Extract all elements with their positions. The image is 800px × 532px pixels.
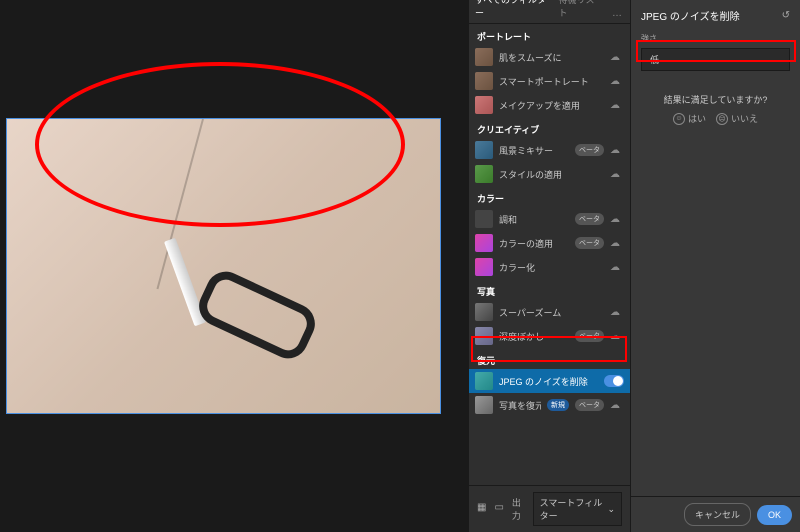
filter-label: スタイルの適用: [499, 168, 604, 181]
cloud-icon: ☁: [610, 145, 624, 156]
tab-more-icon[interactable]: …: [610, 4, 624, 23]
canvas-preview-image[interactable]: [6, 118, 441, 414]
filter-label: カラーの適用: [499, 237, 569, 250]
restore-icon: [475, 396, 493, 414]
filter-list: ポートレート 肌をスムーズに ☁ スマートポートレート ☁ メイクアップを適用 …: [469, 24, 630, 485]
section-creative: クリエイティブ: [469, 117, 630, 138]
new-badge: 新規: [547, 399, 569, 411]
tab-all-filters[interactable]: すべてのフィルター: [475, 0, 549, 23]
filter-label: 風景ミキサー: [499, 144, 569, 157]
chevron-down-icon: ⌄: [774, 55, 781, 64]
filter-label: 写真を復元: [499, 399, 541, 412]
filter-color-transfer[interactable]: カラーの適用 ベータ ☁: [469, 231, 630, 255]
filter-label: カラー化: [499, 261, 604, 274]
filter-toggle[interactable]: [604, 375, 624, 387]
filter-colorize[interactable]: カラー化 ☁: [469, 255, 630, 279]
layers-icon[interactable]: ▦: [477, 502, 488, 516]
filter-label: スーパーズーム: [499, 306, 604, 319]
landscape-icon: [475, 141, 493, 159]
beta-badge: ベータ: [575, 399, 604, 411]
filter-super-zoom[interactable]: スーパーズーム ☁: [469, 300, 630, 324]
satisfaction-prompt: 結果に満足していますか? ☺ はい ☹ いいえ: [631, 93, 800, 125]
style-icon: [475, 165, 493, 183]
options-header: JPEG のノイズを削除 ↺: [631, 0, 800, 31]
output-label: 出力: [512, 496, 527, 522]
canvas-area: [0, 0, 468, 532]
jpeg-icon: [475, 372, 493, 390]
options-panel: JPEG のノイズを削除 ↺ 強さ 低 ⌄ 結果に満足していますか? ☺ はい …: [630, 0, 800, 532]
filter-depth-blur[interactable]: 深度ぼかし ベータ ☁: [469, 324, 630, 348]
filter-label: スマートポートレート: [499, 75, 604, 88]
filter-photo-restore[interactable]: 写真を復元 新規 ベータ ☁: [469, 393, 630, 417]
smile-icon: ☺: [673, 113, 685, 125]
filter-label: 調和: [499, 213, 569, 226]
section-photo: 写真: [469, 279, 630, 300]
filter-harmony[interactable]: 調和 ベータ ☁: [469, 207, 630, 231]
strength-dropdown[interactable]: 低 ⌄: [641, 48, 790, 71]
filter-smart-portrait[interactable]: スマートポートレート ☁: [469, 69, 630, 93]
image-icon[interactable]: ▭: [494, 502, 505, 516]
smart-portrait-icon: [475, 72, 493, 90]
cloud-icon: ☁: [610, 100, 624, 111]
beta-badge: ベータ: [575, 213, 604, 225]
yes-label: はい: [688, 112, 706, 125]
frown-icon: ☹: [716, 113, 728, 125]
colorize-icon: [475, 258, 493, 276]
section-portrait: ポートレート: [469, 24, 630, 45]
filter-tabs: すべてのフィルター 待機リスト …: [469, 0, 630, 24]
strength-value: 低: [650, 53, 659, 66]
beta-badge: ベータ: [575, 237, 604, 249]
cancel-button[interactable]: キャンセル: [684, 503, 751, 526]
cloud-icon: ☁: [610, 169, 624, 180]
filter-label: JPEG のノイズを削除: [499, 375, 598, 388]
filter-label: 肌をスムーズに: [499, 51, 604, 64]
smooth-skin-icon: [475, 48, 493, 66]
beta-badge: ベータ: [575, 330, 604, 342]
cloud-icon: ☁: [610, 238, 624, 249]
no-label: いいえ: [731, 112, 758, 125]
filter-style-transfer[interactable]: スタイルの適用 ☁: [469, 162, 630, 186]
filter-label: メイクアップを適用: [499, 99, 604, 112]
strength-label: 強さ: [631, 31, 800, 46]
cloud-icon: ☁: [610, 52, 624, 63]
cloud-icon: ☁: [610, 76, 624, 87]
color-transfer-icon: [475, 234, 493, 252]
filter-makeup[interactable]: メイクアップを適用 ☁: [469, 93, 630, 117]
satisfaction-question: 結果に満足していますか?: [631, 93, 800, 106]
harmony-icon: [475, 210, 493, 228]
reset-icon[interactable]: ↺: [782, 10, 790, 21]
depth-icon: [475, 327, 493, 345]
filter-landscape-mixer[interactable]: 風景ミキサー ベータ ☁: [469, 138, 630, 162]
tab-wait-list[interactable]: 待機リスト: [559, 0, 600, 23]
cloud-icon: ☁: [610, 307, 624, 318]
output-select[interactable]: スマートフィルター ⌄: [533, 492, 622, 526]
chevron-down-icon: ⌄: [607, 504, 615, 515]
zoom-icon: [475, 303, 493, 321]
cloud-icon: ☁: [610, 400, 624, 411]
beta-badge: ベータ: [575, 144, 604, 156]
filter-label: 深度ぼかし: [499, 330, 569, 343]
satisfaction-no[interactable]: ☹ いいえ: [716, 112, 758, 125]
section-color: カラー: [469, 186, 630, 207]
satisfaction-buttons: ☺ はい ☹ いいえ: [631, 112, 800, 125]
filter-jpeg-noise[interactable]: JPEG のノイズを削除: [469, 369, 630, 393]
cloud-icon: ☁: [610, 262, 624, 273]
ok-button[interactable]: OK: [757, 505, 792, 525]
output-value: スマートフィルター: [540, 496, 604, 522]
options-title: JPEG のノイズを削除: [641, 8, 740, 23]
options-footer: キャンセル OK: [631, 496, 800, 532]
filter-panel: すべてのフィルター 待機リスト … ポートレート 肌をスムーズに ☁ スマートポ…: [468, 0, 630, 532]
filter-smooth-skin[interactable]: 肌をスムーズに ☁: [469, 45, 630, 69]
cloud-icon: ☁: [610, 214, 624, 225]
image-content: [159, 237, 419, 399]
satisfaction-yes[interactable]: ☺ はい: [673, 112, 706, 125]
cloud-icon: ☁: [610, 331, 624, 342]
filter-panel-footer: ▦ ▭ 出力 スマートフィルター ⌄: [469, 485, 630, 532]
makeup-icon: [475, 96, 493, 114]
section-restore: 復元: [469, 348, 630, 369]
